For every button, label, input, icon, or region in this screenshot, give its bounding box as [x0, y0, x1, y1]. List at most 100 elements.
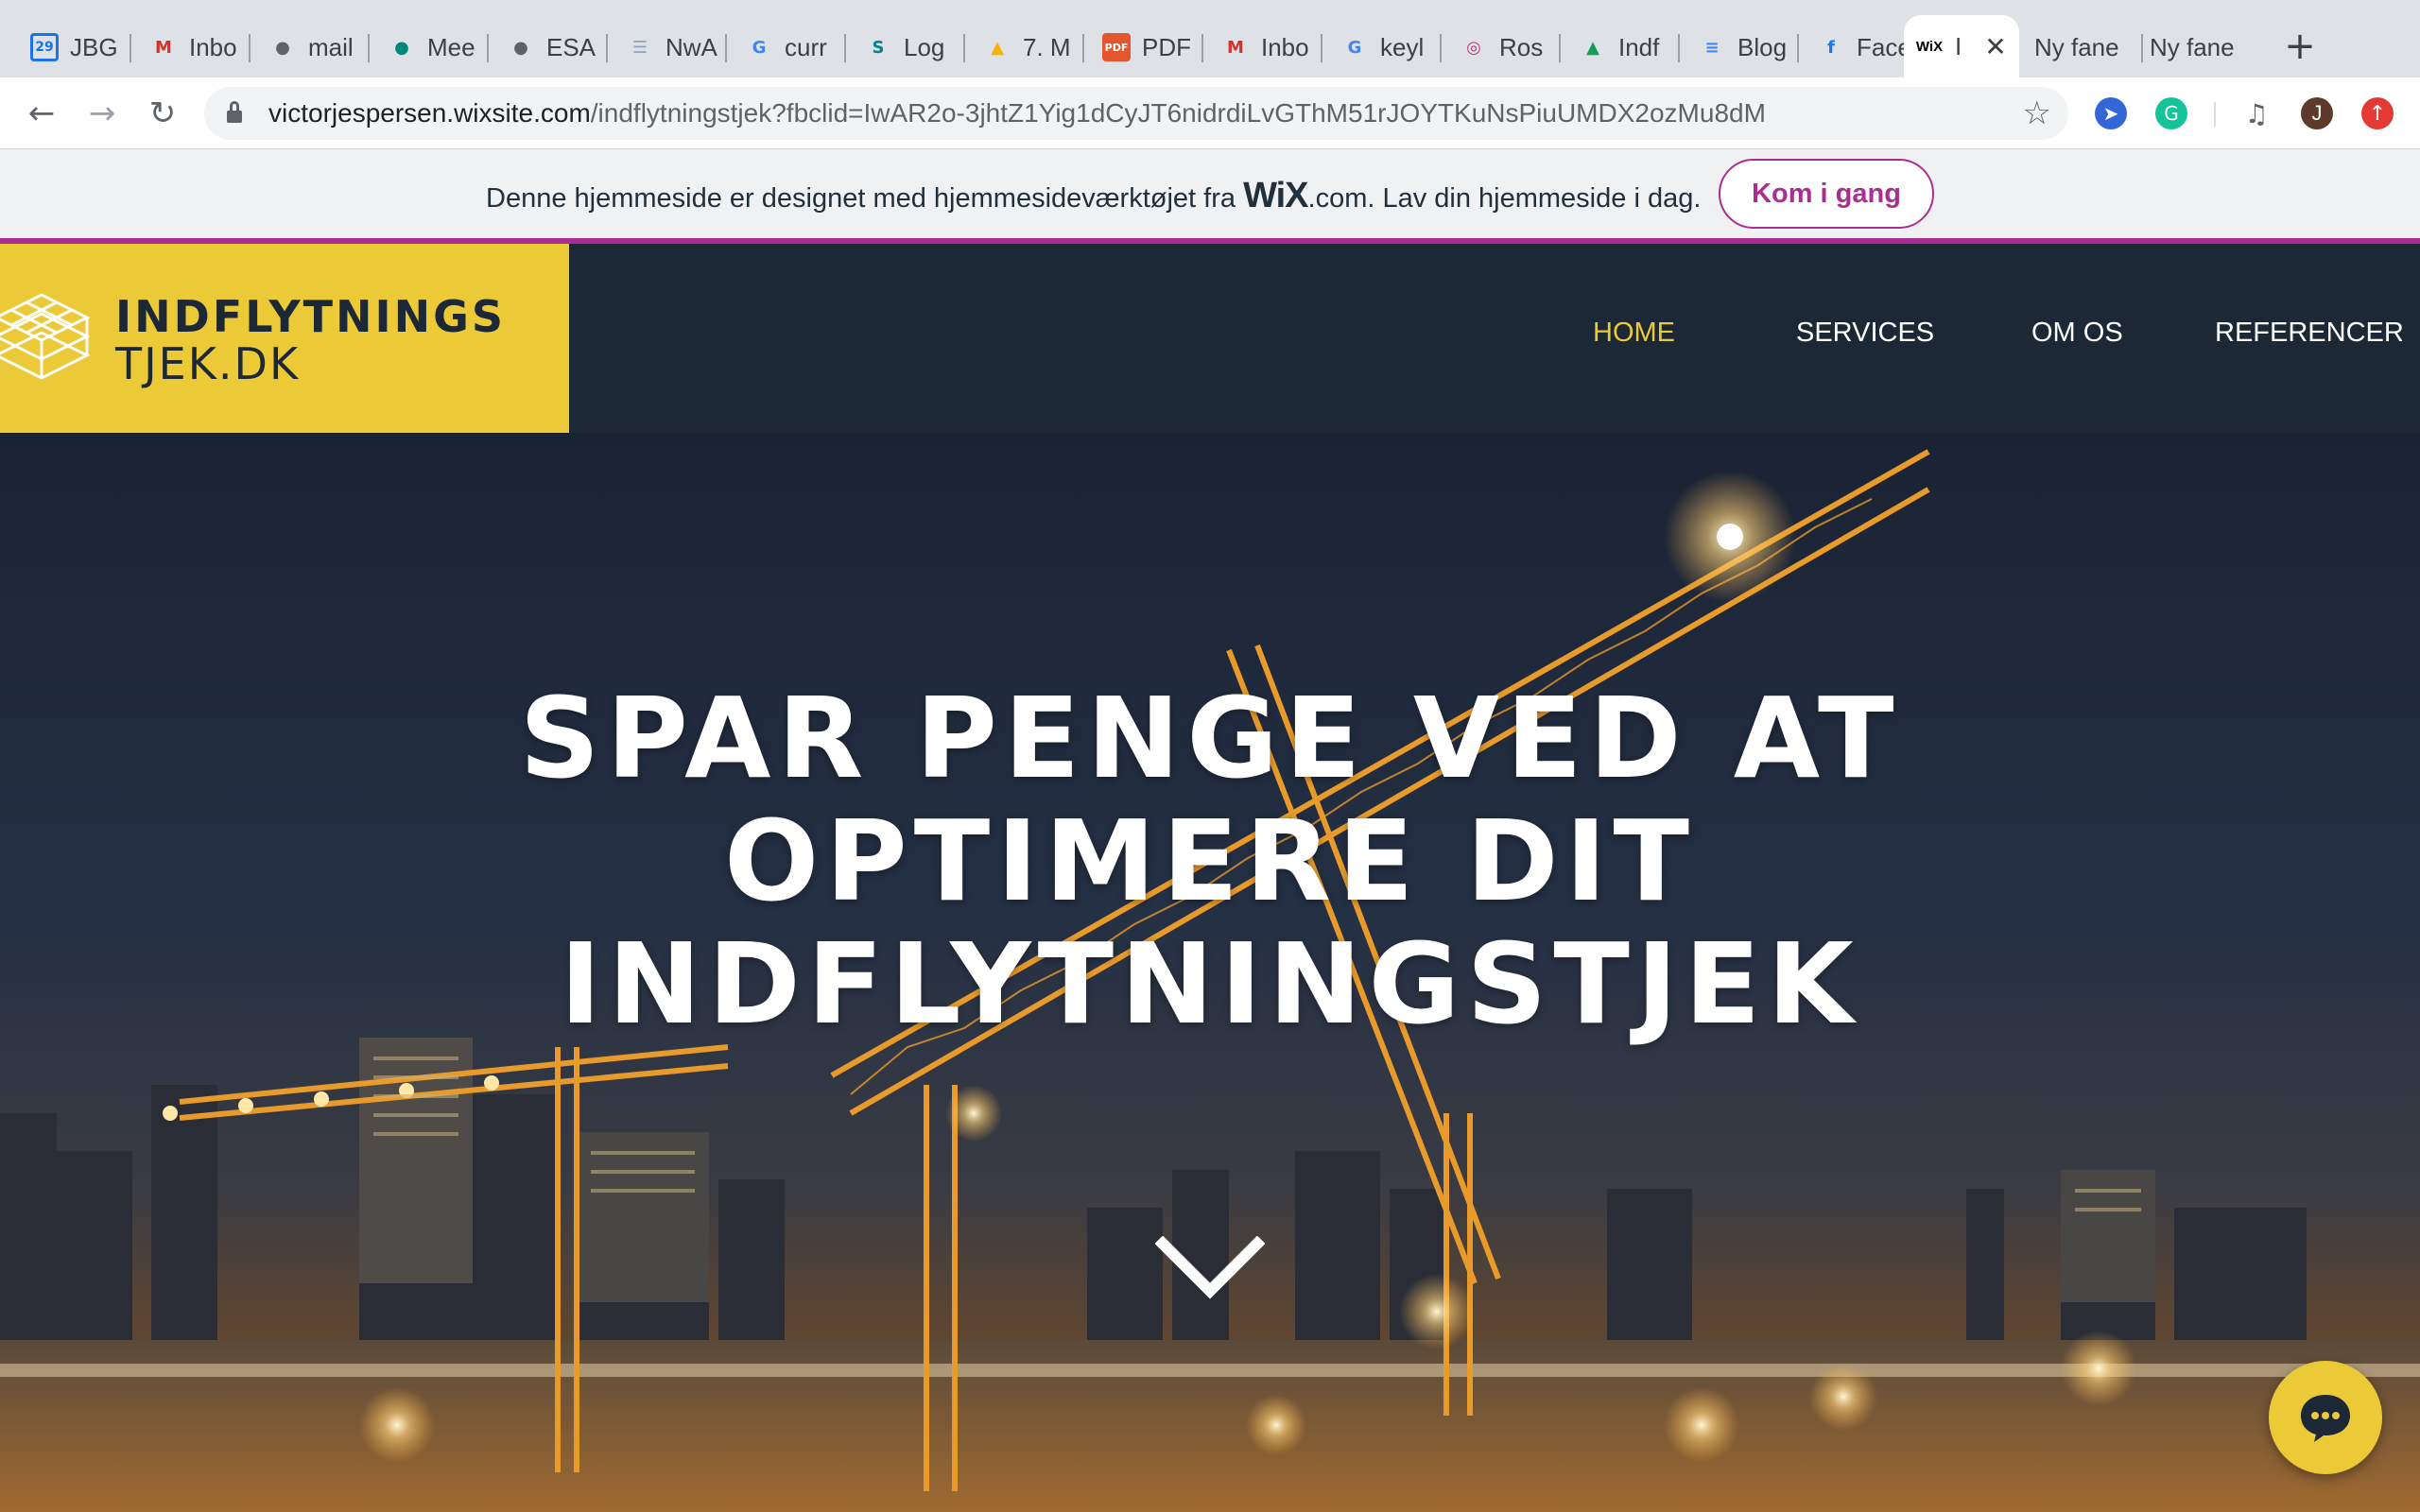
tab-separator: [1201, 34, 1203, 62]
site-logo[interactable]: INDFLYTNINGS TJEK.DK: [0, 244, 569, 433]
browser-tab-title: NwA: [666, 32, 717, 61]
rocket-extension-icon[interactable]: ➤: [2095, 97, 2127, 129]
site-header: INDFLYTNINGS TJEK.DK HOME SERVICES OM OS…: [0, 244, 2420, 433]
browser-tab[interactable]: 29 JBG: [19, 23, 123, 72]
address-bar[interactable]: victorjespersen.wixsite.com/indflytnings…: [204, 87, 2068, 140]
url-text[interactable]: victorjespersen.wixsite.com/indflytnings…: [268, 98, 1766, 129]
get-started-button[interactable]: Kom i gang: [1719, 159, 1934, 229]
bookmark-star-icon[interactable]: ☆: [2023, 94, 2051, 132]
grammarly-extension-icon[interactable]: G: [2155, 97, 2187, 129]
hero-headline-line1: SPAR PENGE VED AT: [519, 673, 1901, 803]
browser-tab[interactable]: ▲ Indf: [1567, 23, 1671, 72]
chat-bubble-icon: [2301, 1395, 2350, 1442]
browser-tab-title: Log: [904, 32, 945, 61]
browser-tab[interactable]: ● mail: [257, 23, 361, 72]
browser-tab[interactable]: WiX I ✕: [1904, 15, 2019, 77]
google-icon: G: [1347, 37, 1362, 58]
browser-tab-title: 7. M: [1023, 32, 1071, 61]
nav-services[interactable]: SERVICES: [1796, 318, 1934, 349]
instagram-icon: ◎: [1466, 37, 1481, 58]
lock-icon[interactable]: [227, 101, 242, 124]
meet-icon: ●: [394, 37, 409, 58]
hero-headline: SPAR PENGE VED AT OPTIMERE DIT INDFLYTNI…: [454, 677, 1966, 1045]
nav-om-os[interactable]: OM OS: [2031, 318, 2123, 349]
wix-banner-text-before: Denne hjemmeside er designet med hjemmes…: [486, 183, 1244, 214]
nav-home[interactable]: HOME: [1593, 318, 1675, 349]
browser-tab-title: Ros: [1499, 32, 1544, 61]
update-icon[interactable]: ↑: [2361, 97, 2394, 129]
browser-tab[interactable]: Ny fane: [2023, 23, 2135, 72]
wix-banner-text-after: .com. Lav din hjemmeside i dag.: [1307, 183, 1702, 214]
wix-icon: WiX: [1915, 38, 1944, 55]
drive-icon: ▲: [991, 37, 1004, 58]
wix-promo-banner: Denne hjemmeside er designet med hjemmes…: [0, 149, 2420, 238]
browser-tab-title: Mee: [427, 32, 475, 61]
logo-text-line1: INDFLYTNINGS: [115, 291, 507, 342]
browser-tab-title: Inbo: [189, 32, 237, 61]
isometric-grid-logo-icon: [0, 293, 91, 380]
chat-button[interactable]: [2269, 1361, 2382, 1474]
browser-tab[interactable]: ▲ 7. M: [972, 23, 1076, 72]
profile-avatar[interactable]: J: [2301, 97, 2333, 129]
toolbar-divider: [2214, 102, 2216, 127]
browser-tab-title: mail: [308, 32, 354, 61]
browser-tab[interactable]: M Inbo: [138, 23, 242, 72]
tab-separator: [487, 34, 489, 62]
tab-separator: [130, 34, 131, 62]
browser-tab-title: Face: [1857, 32, 1910, 61]
tab-separator: [1678, 34, 1680, 62]
browser-tab-title: ESA: [546, 32, 596, 61]
hero-section: SPAR PENGE VED AT OPTIMERE DIT INDFLYTNI…: [0, 433, 2420, 1512]
tab-separator: [1559, 34, 1561, 62]
browser-tab-title: Indf: [1618, 32, 1660, 61]
drive-icon: ▲: [1586, 37, 1599, 58]
tab-separator: [1321, 34, 1322, 62]
browser-tab[interactable]: ☰ NwA: [614, 23, 718, 72]
browser-tab[interactable]: S Log: [853, 23, 957, 72]
tab-separator: [249, 34, 251, 62]
tab-separator: [368, 34, 370, 62]
media-control-icon[interactable]: ♫: [2240, 97, 2273, 129]
browser-tab[interactable]: ● Mee: [376, 23, 480, 72]
tab-separator: [1440, 34, 1442, 62]
browser-toolbar: ← → ↻ victorjespersen.wixsite.com/indfly…: [0, 77, 2420, 149]
gmail-icon: M: [155, 37, 172, 58]
browser-tab[interactable]: Gkeyl: [1329, 23, 1433, 72]
tab-separator: [606, 34, 608, 62]
browser-tab[interactable]: PDF PDF: [1091, 23, 1195, 72]
logo-text-line2: TJEK.DK: [115, 338, 301, 389]
back-button[interactable]: ←: [19, 91, 64, 136]
browser-tab-title: curr: [785, 32, 827, 61]
new-tab-button[interactable]: +: [2278, 25, 2322, 68]
browser-tab[interactable]: ≡ Blog: [1686, 23, 1790, 72]
browser-tab[interactable]: ◎ Ros: [1448, 23, 1552, 72]
browser-tab-title: Ny fane: [2150, 32, 2235, 61]
globe-icon: ●: [513, 37, 528, 58]
calendar-icon: 29: [30, 33, 59, 61]
facebook-icon: f: [1827, 37, 1835, 58]
forward-button[interactable]: →: [79, 91, 125, 136]
nav-referencer[interactable]: REFERENCER: [2215, 318, 2404, 349]
close-tab-icon[interactable]: ✕: [1979, 30, 2012, 62]
browser-tab-title: JBG: [70, 32, 118, 61]
document-icon: ☰: [631, 37, 648, 58]
browser-tab[interactable]: ● ESA: [495, 23, 599, 72]
browser-tab[interactable]: M Inbo: [1210, 23, 1314, 72]
browser-tab[interactable]: f Face: [1806, 23, 1910, 72]
tab-separator: [963, 34, 965, 62]
url-path: /indflytningstjek?fbclid=IwAR2o-3jhtZ1Yi…: [590, 98, 1766, 128]
browser-tab-strip: 29 JBG M Inbo ● mail ● Mee ● ESA ☰ NwA Gcurr S Log ▲ 7. …: [0, 0, 2420, 77]
browser-tab[interactable]: Gcurr: [734, 23, 838, 72]
browser-tab-title: Blog: [1737, 32, 1788, 61]
tab-separator: [844, 34, 846, 62]
browser-tab-title: keyl: [1380, 32, 1425, 61]
google-icon: G: [752, 37, 767, 58]
wix-logo[interactable]: WiX: [1243, 176, 1308, 215]
browser-tab[interactable]: Ny fane: [2138, 23, 2250, 72]
docs-icon: ≡: [1704, 37, 1720, 58]
tab-separator: [1082, 34, 1084, 62]
reload-button[interactable]: ↻: [140, 91, 185, 136]
browser-tab-title: Inbo: [1261, 32, 1309, 61]
chevron-down-icon[interactable]: [1155, 1236, 1265, 1302]
browser-tab-title: Ny fane: [2034, 32, 2119, 61]
